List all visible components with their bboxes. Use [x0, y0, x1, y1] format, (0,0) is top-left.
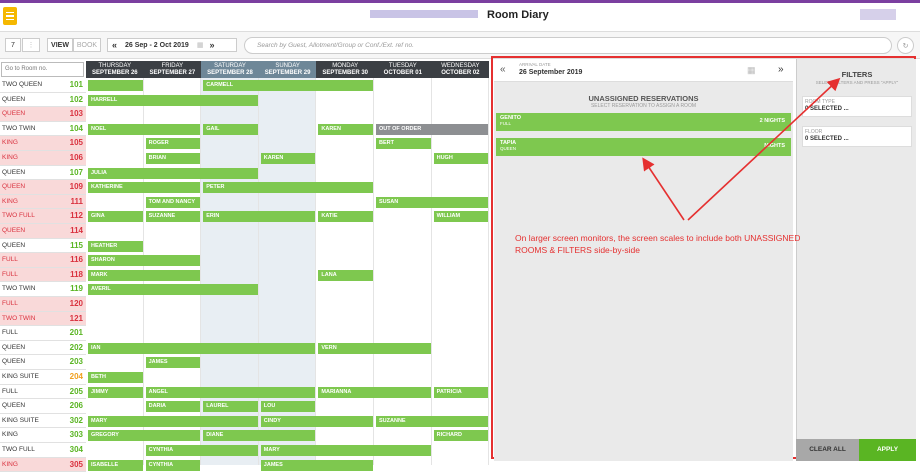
- arrow-to-unassigned: [642, 157, 685, 221]
- annotation-arrows: [642, 77, 841, 221]
- arrow-to-filters: [687, 77, 841, 221]
